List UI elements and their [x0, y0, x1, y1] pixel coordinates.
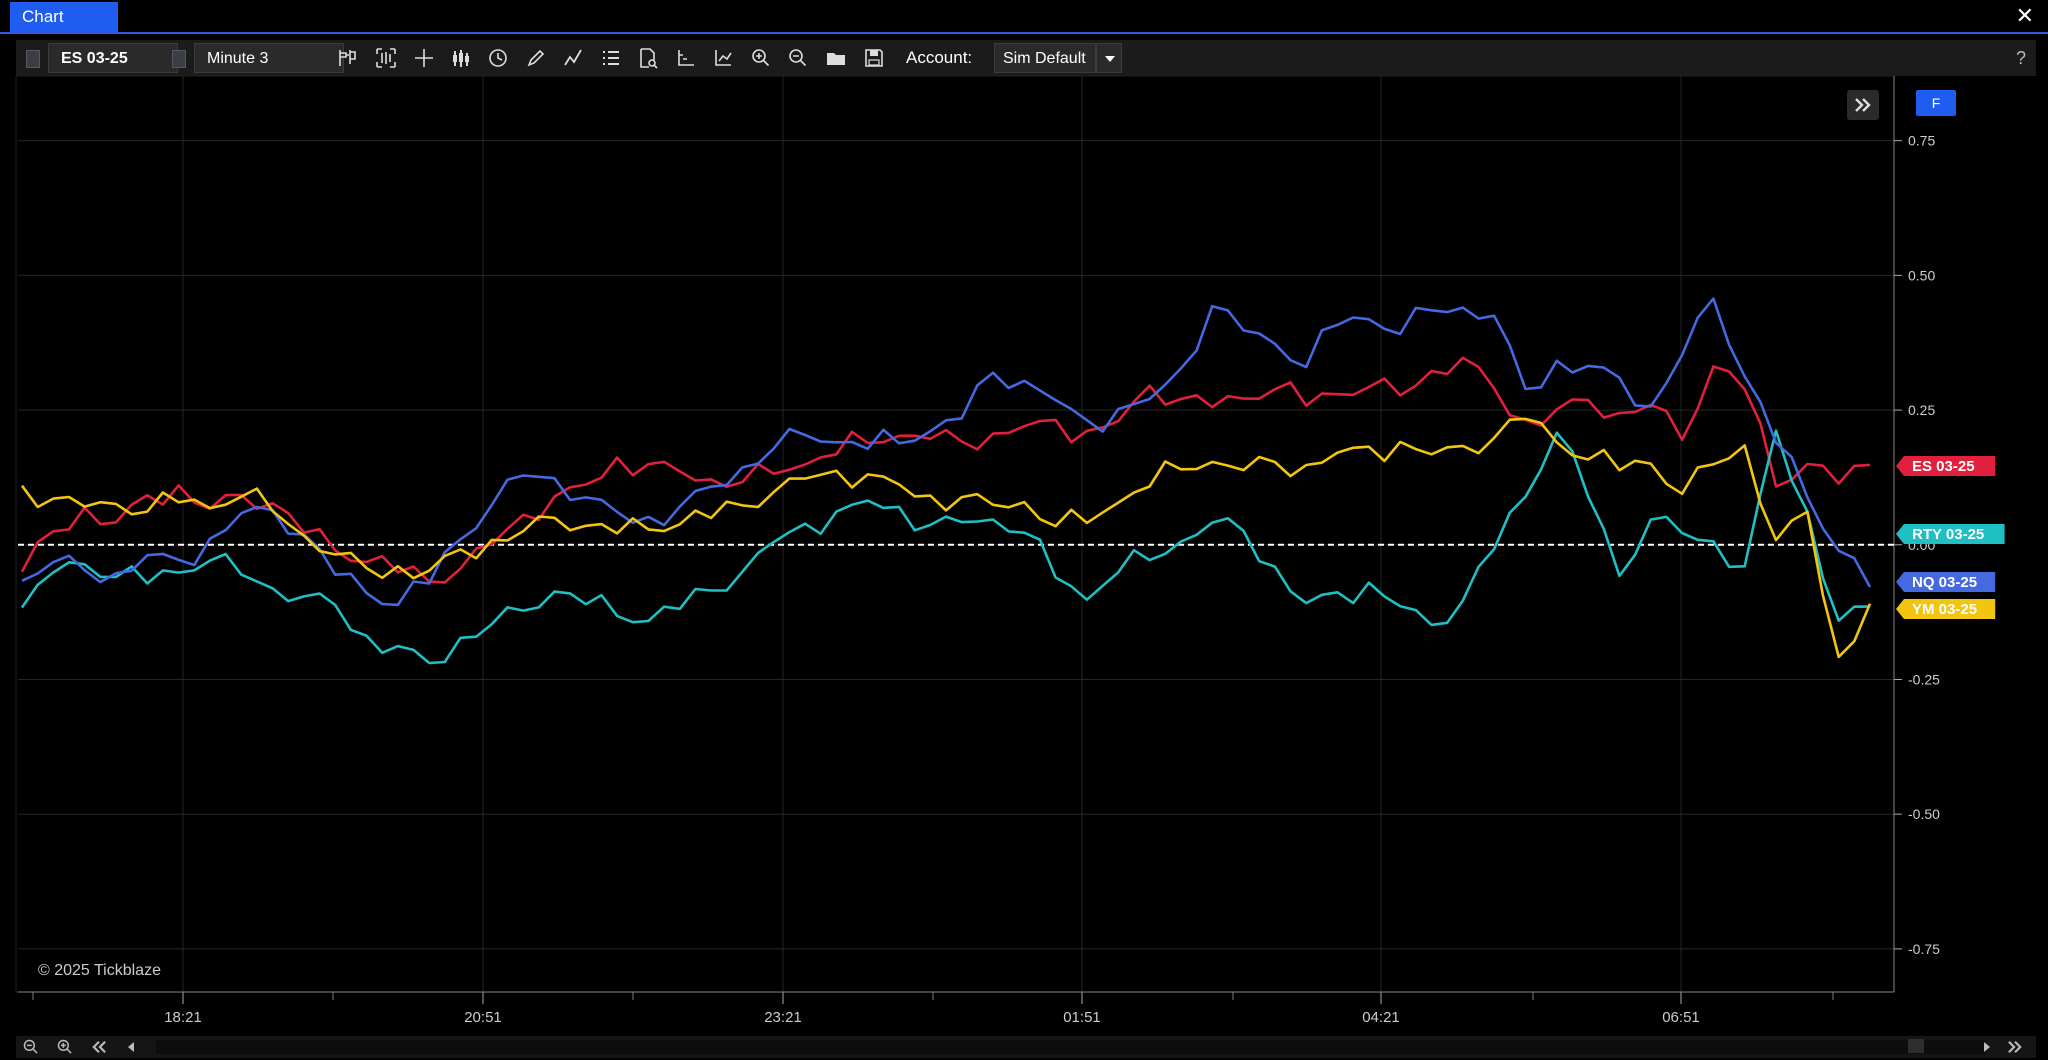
series-price-tag-label: NQ 03-25: [1912, 574, 1977, 591]
scrollbar-thumb[interactable]: [1908, 1039, 1924, 1053]
x-tick-label: 20:51: [464, 1009, 502, 1026]
chart-bottom-bar: [16, 1036, 2036, 1058]
x-tick-label: 01:51: [1063, 1009, 1101, 1026]
x-tick-label: 06:51: [1662, 1009, 1700, 1026]
x-tick-label: 18:21: [164, 1009, 202, 1026]
y-tick-label: 0.25: [1908, 402, 1935, 418]
series-line-ym-03-25: [20, 417, 1872, 659]
x-tick-label: 04:21: [1362, 1009, 1400, 1026]
series-price-tag-label: YM 03-25: [1912, 601, 1977, 618]
y-tick-label: -0.25: [1908, 671, 1940, 687]
horizontal-scrollbar[interactable]: [156, 1040, 1986, 1054]
y-tick-label: -0.50: [1908, 806, 1940, 822]
double-chevron-right-icon[interactable]: [1847, 90, 1879, 120]
f-button[interactable]: F: [1916, 90, 1956, 116]
zoom-out-icon[interactable]: [20, 1037, 42, 1057]
double-chevron-right-icon[interactable]: [2004, 1037, 2026, 1057]
series-price-tag-label: ES 03-25: [1912, 458, 1975, 475]
scroll-left-icon[interactable]: [120, 1037, 142, 1057]
series-price-tag-label: RTY 03-25: [1912, 526, 1984, 543]
series-line-rty-03-25: [20, 429, 1871, 665]
double-chevron-left-icon[interactable]: [88, 1037, 110, 1057]
chart-plot-area[interactable]: 0.750.500.250.00-0.25-0.50-0.7518:21 20:5…: [0, 0, 2048, 1036]
y-tick-label: 0.50: [1908, 267, 1935, 283]
scroll-right-icon[interactable]: [1976, 1037, 1998, 1057]
series-line-es-03-25: [20, 356, 1871, 584]
series-line-nq-03-25: [21, 297, 1872, 607]
x-tick-label: 23:21: [764, 1009, 802, 1026]
y-tick-label: -0.75: [1908, 941, 1940, 957]
y-tick-label: 0.75: [1908, 133, 1935, 149]
copyright-text: © 2025 Tickblaze: [38, 962, 161, 979]
zoom-in-icon[interactable]: [54, 1037, 76, 1057]
